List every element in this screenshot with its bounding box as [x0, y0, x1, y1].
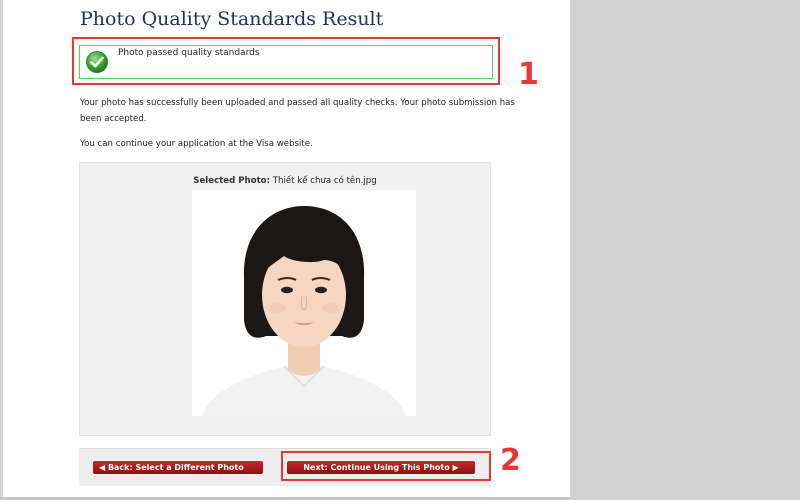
portrait-photo [192, 190, 416, 416]
annotation-number-1: 1 [518, 57, 539, 92]
annotation-number-2: 2 [500, 443, 521, 478]
selected-photo-label: Selected Photo: [193, 176, 271, 186]
page-title: Photo Quality Standards Result [80, 8, 384, 30]
photo-panel: Selected Photo: Thiết kế chưa có tên.jpg [79, 162, 491, 436]
left-border [0, 0, 3, 500]
continue-paragraph: You can continue your application at the… [80, 139, 313, 149]
triangle-left-icon: ◀ [99, 463, 108, 472]
status-banner: Photo passed quality standards [79, 45, 493, 79]
selected-photo-filename: Thiết kế chưa có tên.jpg [272, 176, 377, 186]
selected-photo-line: Selected Photo: Thiết kế chưa có tên.jpg [80, 176, 490, 186]
status-message: Photo passed quality standards [118, 48, 260, 58]
success-paragraph: Your photo has successfully been uploade… [80, 98, 515, 124]
back-button-label: Back: Select a Different Photo [107, 463, 244, 472]
right-gray-panel [570, 0, 800, 500]
check-circle-icon [86, 51, 108, 73]
annotation-box-2 [281, 451, 491, 481]
back-button[interactable]: ◀ Back: Select a Different Photo [93, 461, 263, 474]
